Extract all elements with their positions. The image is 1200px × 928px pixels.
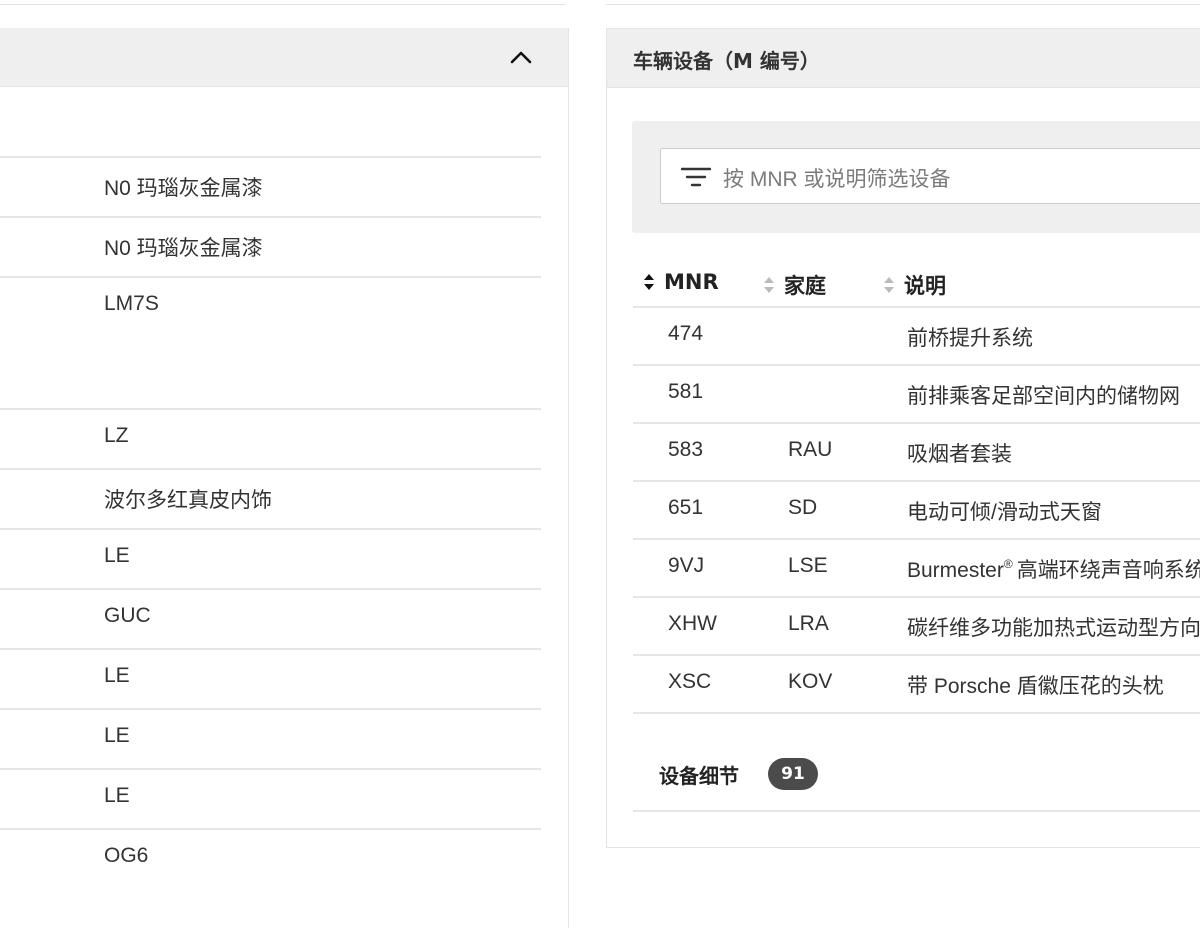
option-row: LE xyxy=(0,528,541,588)
option-value: LE xyxy=(104,784,130,807)
option-row: GUC xyxy=(0,588,541,648)
cell-family: RAU xyxy=(788,438,833,461)
top-panel-edge-right xyxy=(606,0,1200,5)
top-panel-edge-left xyxy=(0,0,566,5)
option-row: LZ xyxy=(0,408,541,468)
column-label: 家庭 xyxy=(784,274,826,298)
description-text: 高端环绕声音响系统 xyxy=(1016,559,1200,582)
cell-mnr: 581 xyxy=(668,380,704,403)
table-row[interactable]: XHW LRA 碳纤维多功能加热式运动型方向盘 xyxy=(633,596,1200,654)
sort-active-icon xyxy=(644,274,654,290)
option-row: N0 玛瑙灰金属漆 xyxy=(0,216,541,276)
count-badge: 91 xyxy=(768,758,818,790)
cell-mnr: 651 xyxy=(668,496,704,519)
cell-description: 前排乘客足部空间内的储物网 xyxy=(907,385,1180,408)
table-row[interactable]: 651 SD 电动可倾/滑动式天窗 xyxy=(633,480,1200,538)
option-value: LE xyxy=(104,544,130,567)
option-value: 波尔多红真皮内饰 xyxy=(104,489,272,512)
vehicle-equipment-panel: 车辆设备（M 编号） 按 MNR 或说明筛选设备 MNR 家庭 说明 474 前… xyxy=(606,28,1200,848)
description-brand: Burmester xyxy=(907,559,1004,582)
column-label: 说明 xyxy=(904,274,946,298)
equipment-filter-input[interactable]: 按 MNR 或说明筛选设备 xyxy=(660,148,1200,204)
option-row: N0 玛瑙灰金属漆 xyxy=(0,156,541,216)
equipment-table-body: 474 前桥提升系统 581 前排乘客足部空间内的储物网 583 RAU 吸烟者套装 651 S… xyxy=(633,306,1200,714)
option-value: N0 玛瑙灰金属漆 xyxy=(104,177,263,200)
filter-placeholder: 按 MNR 或说明筛选设备 xyxy=(723,168,951,191)
column-header-mnr[interactable]: MNR xyxy=(643,270,719,294)
option-value: LM7S xyxy=(104,292,159,315)
filter-area: 按 MNR 或说明筛选设备 xyxy=(632,121,1200,233)
option-row: LE xyxy=(0,648,541,708)
cell-description: 电动可倾/滑动式天窗 xyxy=(907,501,1102,524)
option-value: LE xyxy=(104,724,130,747)
table-row[interactable]: 9VJ LSE Burmester® 高端环绕声音响系统 xyxy=(633,538,1200,596)
cell-family: LRA xyxy=(788,612,829,635)
filter-icon xyxy=(681,167,711,187)
option-row: 波尔多红真皮内饰 xyxy=(0,468,541,528)
cell-mnr: XHW xyxy=(668,612,717,635)
cell-mnr: 9VJ xyxy=(668,554,705,577)
table-row[interactable]: 474 前桥提升系统 xyxy=(633,306,1200,364)
cell-description: 前桥提升系统 xyxy=(907,327,1033,350)
cell-family: LSE xyxy=(788,554,828,577)
equipment-details-section[interactable]: 设备细节 91 xyxy=(633,744,1200,812)
option-value: OG6 xyxy=(104,844,149,867)
cell-description: 碳纤维多功能加热式运动型方向盘 xyxy=(907,617,1200,640)
details-label: 设备细节 xyxy=(659,764,739,788)
cell-mnr: 474 xyxy=(668,322,704,345)
table-header: MNR 家庭 说明 xyxy=(633,270,1200,305)
column-label: MNR xyxy=(664,270,719,294)
options-list: N0 玛瑙灰金属漆 N0 玛瑙灰金属漆 LM7S LZ 波尔多红真皮内饰 LE GUC LE L… xyxy=(0,156,541,888)
vehicle-options-panel: N0 玛瑙灰金属漆 N0 玛瑙灰金属漆 LM7S LZ 波尔多红真皮内饰 LE GUC LE L… xyxy=(0,28,569,928)
sort-icon xyxy=(764,277,774,293)
column-header-family[interactable]: 家庭 xyxy=(763,270,826,300)
table-row[interactable]: 583 RAU 吸烟者套装 xyxy=(633,422,1200,480)
panel-header: 车辆设备（M 编号） xyxy=(607,29,1200,88)
table-row[interactable]: XSC KOV 带 Porsche 盾徽压花的头枕 xyxy=(633,654,1200,714)
chevron-up-icon[interactable] xyxy=(509,45,533,69)
cell-description: Burmester® 高端环绕声音响系统 xyxy=(907,554,1200,584)
option-row: LE xyxy=(0,768,541,828)
option-row: OG6 xyxy=(0,828,541,888)
option-value: LE xyxy=(104,664,130,687)
cell-description: 吸烟者套装 xyxy=(907,443,1012,466)
option-value: N0 玛瑙灰金属漆 xyxy=(104,237,263,260)
panel-header xyxy=(0,28,568,87)
cell-mnr: 583 xyxy=(668,438,704,461)
option-row: LM7S xyxy=(0,276,541,408)
cell-family: SD xyxy=(788,496,818,519)
option-value: LZ xyxy=(104,424,129,447)
option-value: GUC xyxy=(104,604,151,627)
sort-icon xyxy=(884,277,894,293)
cell-mnr: XSC xyxy=(668,670,712,693)
table-row[interactable]: 581 前排乘客足部空间内的储物网 xyxy=(633,364,1200,422)
column-header-description[interactable]: 说明 xyxy=(883,270,946,300)
panel-title: 车辆设备（M 编号） xyxy=(633,49,820,73)
cell-description: 带 Porsche 盾徽压花的头枕 xyxy=(907,675,1164,698)
option-row: LE xyxy=(0,708,541,768)
registered-mark: ® xyxy=(1003,557,1013,571)
cell-family: KOV xyxy=(788,670,833,693)
